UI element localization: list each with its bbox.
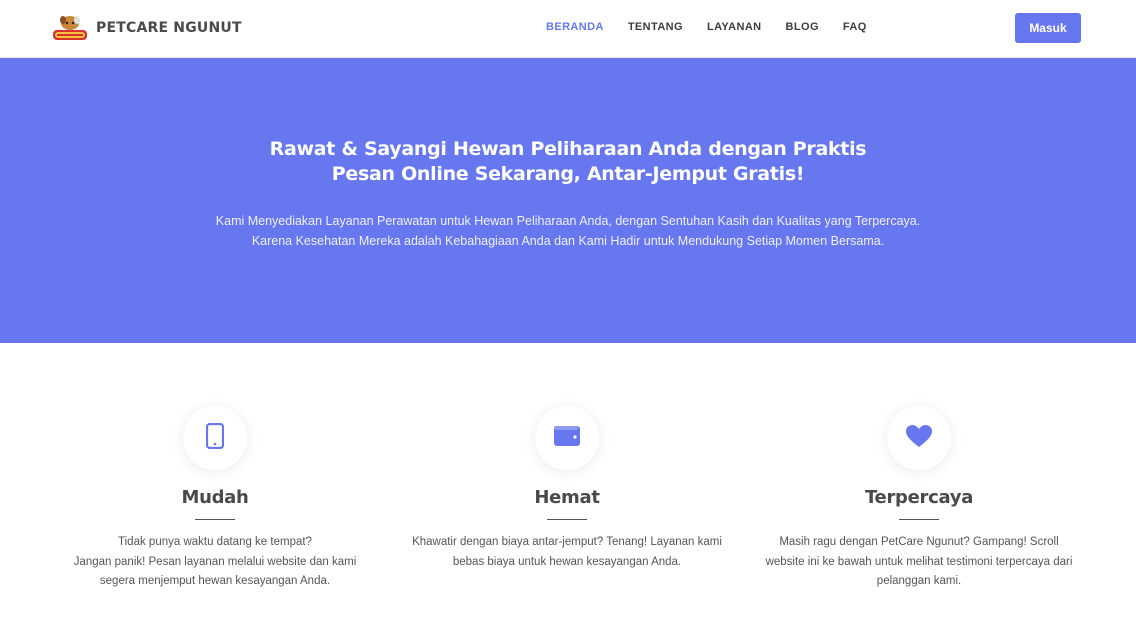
feature-description-line: Jangan panik! Pesan layanan melalui webs… — [73, 555, 357, 568]
feature-description-line: Masih ragu dengan PetCare Ngunut? Gampan… — [779, 536, 1059, 548]
hero-title: Rawat & Sayangi Hewan Peliharaan Anda de… — [0, 137, 1136, 187]
feature-icon-circle — [887, 406, 951, 470]
feature-divider — [547, 519, 587, 520]
feature-title: Mudah — [181, 487, 249, 508]
brand[interactable]: PETCARE NGUNUT — [52, 13, 242, 43]
hero-title-line-1: Rawat & Sayangi Hewan Peliharaan Anda de… — [269, 138, 867, 160]
feature-description-line: pelanggan kami. — [876, 575, 962, 587]
feature-description: Khawatir dengan biaya antar-jemput? Tena… — [387, 533, 747, 572]
nav-item-faq[interactable]: FAQ — [843, 21, 867, 33]
feature-description-line: website ini ke bawah untuk melihat testi… — [765, 555, 1073, 568]
hero-title-line-2: Pesan Online Sekarang, Antar-Jemput Grat… — [331, 163, 805, 185]
feature-icon-circle — [183, 406, 247, 470]
mobile-phone-icon — [205, 422, 225, 454]
hero-subtitle-line-1: Kami Menyediakan Layanan Perawatan untuk… — [215, 214, 921, 228]
feature-divider — [899, 519, 939, 520]
main-nav: BERANDA TENTANG LAYANAN BLOG FAQ — [546, 21, 867, 33]
feature-title: Hemat — [534, 487, 600, 508]
feature-description: Masih ragu dengan PetCare Ngunut? Gampan… — [739, 533, 1099, 592]
feature-divider — [195, 519, 235, 520]
nav-item-tentang[interactable]: TENTANG — [628, 21, 683, 33]
hero-section: Rawat & Sayangi Hewan Peliharaan Anda de… — [0, 58, 1136, 343]
wallet-icon — [553, 425, 581, 452]
heart-icon — [905, 424, 933, 453]
feature-description-line: segera menjemput hewan kesayangan Anda. — [99, 575, 331, 587]
feature-card-hemat: Hemat Khawatir dengan biaya antar-jemput… — [387, 406, 747, 572]
feature-description-line: Tidak punya waktu datang ke tempat? — [118, 536, 312, 548]
nav-item-blog[interactable]: BLOG — [786, 21, 819, 33]
feature-card-terpercaya: Terpercaya Masih ragu dengan PetCare Ngu… — [739, 406, 1099, 592]
petshop-logo-icon — [52, 13, 88, 43]
feature-card-mudah: Mudah Tidak punya waktu datang ke tempat… — [35, 406, 395, 592]
nav-item-beranda[interactable]: BERANDA — [546, 21, 604, 33]
navbar: PETCARE NGUNUT BERANDA TENTANG LAYANAN B… — [0, 0, 1136, 58]
hero-subtitle-line-2: Karena Kesehatan Mereka adalah Kebahagia… — [251, 234, 885, 248]
login-button[interactable]: Masuk — [1015, 13, 1081, 43]
nav-item-layanan[interactable]: LAYANAN — [707, 21, 762, 33]
feature-icon-circle — [535, 406, 599, 470]
feature-description: Tidak punya waktu datang ke tempat? Jang… — [35, 533, 395, 592]
brand-name: PETCARE NGUNUT — [96, 20, 242, 36]
feature-description-line: Khawatir dengan biaya antar-jemput? Tena… — [412, 536, 722, 548]
hero-subtitle: Kami Menyediakan Layanan Perawatan untuk… — [0, 211, 1136, 251]
feature-description-line: bebas biaya untuk hewan kesayangan Anda. — [452, 555, 682, 568]
feature-title: Terpercaya — [864, 487, 974, 508]
